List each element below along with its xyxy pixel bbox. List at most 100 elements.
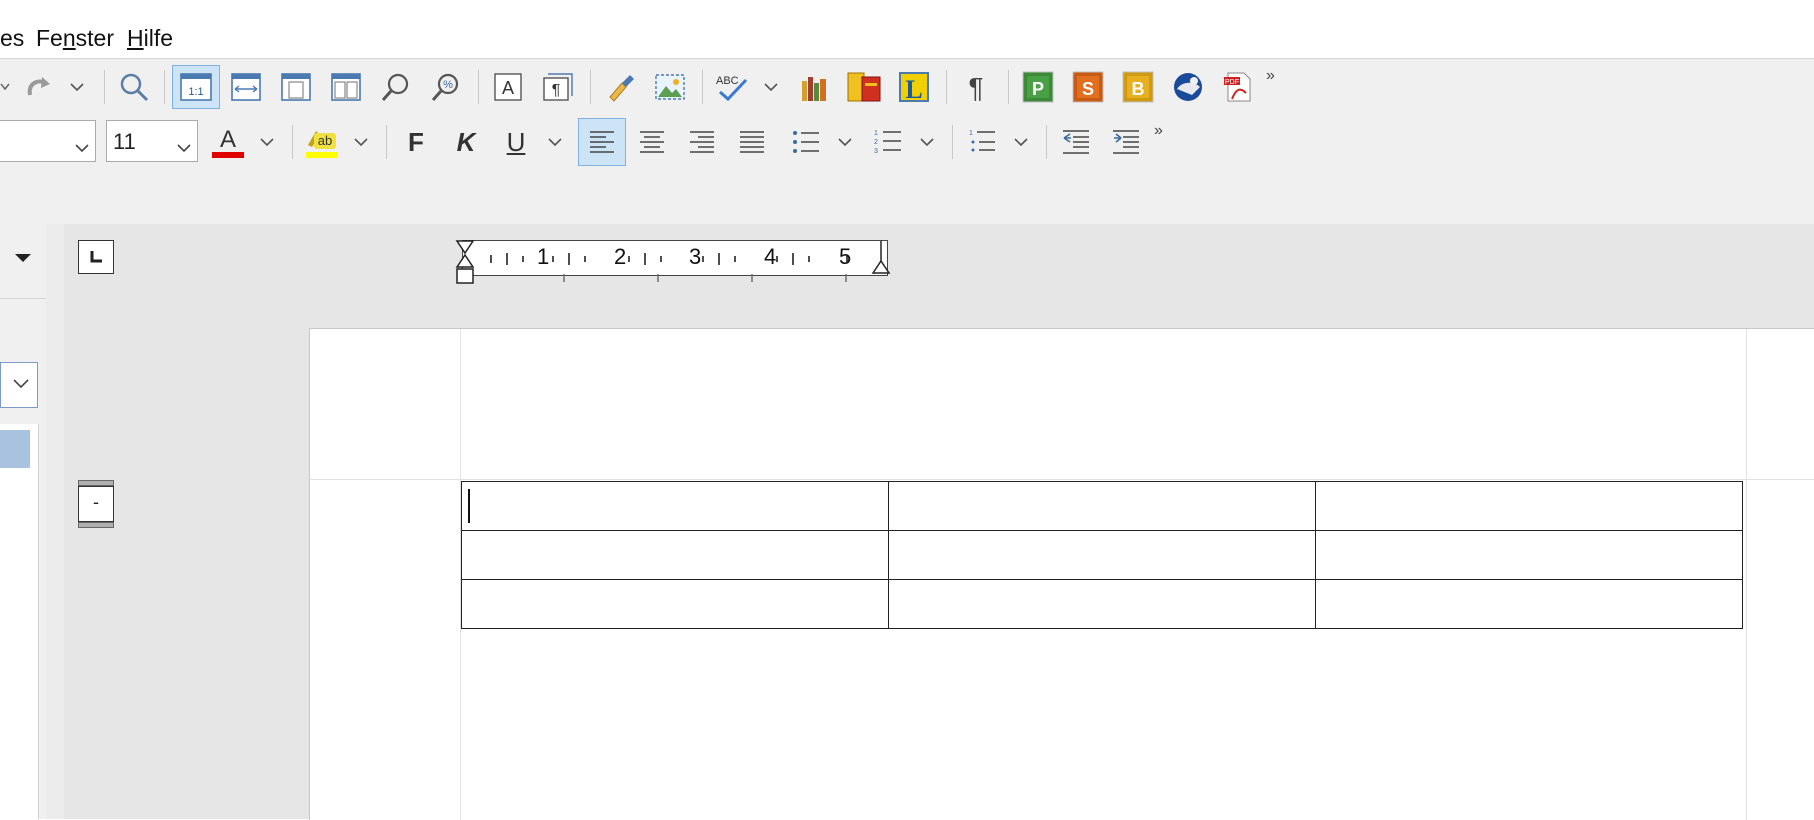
right-indent-marker-icon[interactable] [871,239,891,275]
document-table[interactable] [461,481,1743,629]
separator [386,125,387,159]
ruler-number: 2 [614,244,627,269]
pdf-export-button[interactable]: PDF [1216,65,1260,109]
justify-button[interactable] [730,120,774,164]
increase-indent-button[interactable] [1104,120,1148,164]
left-tab-icon [90,251,102,263]
ruler-number: 4 [764,244,777,269]
svg-text:%: % [443,79,453,91]
table-cell[interactable] [461,481,889,531]
tab-stop-selector[interactable] [78,240,114,274]
left-indent-marker-icon[interactable] [455,239,475,293]
toolbar-more-button[interactable]: » [1266,67,1275,85]
bullet-list-button[interactable] [784,120,828,164]
underline-button[interactable]: U [494,120,538,164]
redo-dropdown-chevron[interactable] [68,65,86,109]
langenscheidt-button[interactable]: L [892,65,936,109]
sidebar-style-combo[interactable] [0,362,38,408]
ruler-number: 1 [537,244,550,269]
pdf-export-icon: PDF [1224,72,1251,102]
find-button[interactable] [112,65,156,109]
table-cell[interactable] [888,579,1316,629]
numbered-list-icon: 1 2 3 [874,130,901,155]
spellcheck-icon: ABC [716,75,748,102]
page-width-button[interactable] [224,65,268,109]
svg-text:ab: ab [318,133,332,148]
outline-list-dropdown-chevron[interactable] [1012,120,1030,164]
separator [292,125,293,159]
menu-item-fenster[interactable]: Fenster [36,25,114,52]
spellcheck-button[interactable]: ABC [710,65,754,109]
app-s-button[interactable]: S [1066,65,1110,109]
find-replace-button[interactable]: % [424,65,468,109]
zoom-icon [381,73,409,101]
table-cell[interactable] [461,530,889,580]
underline-label: U [506,126,526,157]
formatting-marks-button[interactable]: ¶ [954,65,998,109]
text-box-button[interactable]: A [486,65,530,109]
multi-page-icon [331,73,361,101]
svg-text:¶: ¶ [552,82,561,99]
svg-text:L: L [905,75,922,103]
svg-text:ABC: ABC [716,75,739,87]
decrease-indent-icon [1063,130,1089,154]
table-cell[interactable] [461,579,889,629]
align-center-button[interactable] [630,120,674,164]
table-cell[interactable] [888,530,1316,580]
library-icon [802,77,826,101]
library-button[interactable] [792,65,836,109]
redo-button[interactable] [18,65,62,109]
font-size-combo[interactable]: 11 [106,120,198,162]
formatting-toolbar-more-button[interactable]: » [1154,122,1163,140]
highlight-color-button[interactable]: ab [300,120,344,164]
table-row [461,481,1743,531]
align-right-button[interactable] [680,120,724,164]
underline-dropdown-chevron[interactable] [546,120,564,164]
app-s-icon: S [1072,71,1104,103]
bold-button[interactable]: F [394,120,438,164]
bold-label: F [408,126,424,157]
font-color-dropdown-chevron[interactable] [258,120,276,164]
table-cell[interactable] [1315,481,1743,531]
table-cell[interactable] [1315,530,1743,580]
table-cell[interactable] [1315,579,1743,629]
app-b-button[interactable]: B [1116,65,1160,109]
outline-list-button[interactable]: 1 [960,120,1004,164]
clone-format-button[interactable] [598,65,642,109]
app-p-icon: P [1022,71,1054,103]
vertical-ruler-gap [46,224,64,819]
decrease-indent-button[interactable] [1054,120,1098,164]
sidebar-selected-item[interactable] [0,430,30,468]
insert-image-icon [655,74,685,100]
vertical-ruler-marker[interactable]: - [78,480,114,528]
separator [1046,125,1047,159]
ruler-number: 5 [839,244,852,269]
zoom-button[interactable] [374,65,418,109]
horizontal-ruler[interactable] [455,239,891,284]
zoom-100-button[interactable]: 1:1 [172,65,220,109]
menu-item-partial[interactable]: es [0,25,24,52]
insert-image-button[interactable] [648,65,692,109]
numbered-list-dropdown-chevron[interactable] [918,120,936,164]
font-name-combo[interactable] [0,120,96,162]
menu-item-hilfe[interactable]: Hilfe [127,25,173,52]
spellcheck-dropdown-chevron[interactable] [762,65,780,109]
italic-button[interactable]: K [444,120,488,164]
single-page-button[interactable] [274,65,318,109]
thunderbird-button[interactable] [1166,65,1210,109]
bullet-list-dropdown-chevron[interactable] [836,120,854,164]
find-icon [120,73,149,102]
table-cell[interactable] [888,481,1316,531]
align-left-button[interactable] [578,118,626,166]
separator [1008,70,1009,104]
app-p-button[interactable]: P [1016,65,1060,109]
undo-dropdown-chevron[interactable] [0,65,14,109]
numbered-list-button[interactable]: 1 2 3 [866,120,910,164]
font-color-button[interactable]: A [206,120,250,164]
highlight-dropdown-chevron[interactable] [352,120,370,164]
document-page[interactable] [309,328,1814,820]
paragraph-box-button[interactable]: ¶ [536,65,580,109]
sidebar-dropdown-icon[interactable] [14,250,32,268]
dictionary-button[interactable] [842,65,886,109]
multi-page-button[interactable] [324,65,368,109]
